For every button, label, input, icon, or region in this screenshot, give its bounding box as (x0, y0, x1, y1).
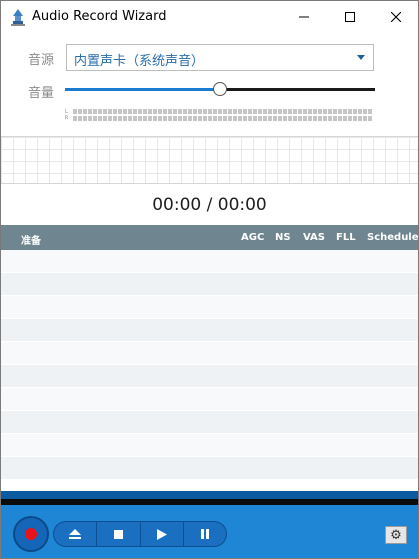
settings-button[interactable]: ⚙ (385, 526, 407, 544)
volume-label: 音量 (28, 86, 55, 101)
eject-button[interactable] (54, 522, 98, 546)
column-status[interactable]: 准备 (21, 232, 41, 247)
meter-left-bar (73, 109, 373, 114)
source-value: 内置声卡（系统声音） (74, 54, 205, 69)
minimize-icon (299, 16, 309, 18)
recordings-list[interactable] (1, 250, 418, 491)
meter-right-bar (73, 116, 373, 121)
recordings-table-header: 准备 AGC NS VAS FLL Schedule (1, 225, 418, 250)
table-row[interactable] (1, 296, 418, 319)
table-row[interactable] (1, 434, 418, 457)
stop-button[interactable] (97, 522, 141, 546)
chevron-down-icon (357, 55, 365, 60)
progress-divider (1, 499, 418, 505)
pause-button[interactable] (184, 522, 226, 546)
source-label: 音源 (28, 53, 55, 68)
control-bar: ⚙ (1, 491, 418, 558)
column-vas[interactable]: VAS (303, 232, 325, 243)
meter-right-label: R (65, 115, 69, 121)
minimize-button[interactable] (281, 1, 327, 33)
table-row[interactable] (1, 457, 418, 480)
volume-slider-track (220, 88, 375, 91)
close-button[interactable] (373, 1, 418, 33)
app-window: Audio Record Wizard 音源 内置声卡（系统声音） 音量 L R (0, 0, 419, 559)
play-icon (156, 528, 167, 540)
time-display: 00:00 / 00:00 (152, 195, 267, 215)
transport-controls (53, 521, 227, 547)
gear-icon: ⚙ (390, 527, 402, 542)
progress-track (1, 491, 418, 499)
table-row[interactable] (1, 319, 418, 342)
table-row[interactable] (1, 388, 418, 411)
app-icon (11, 9, 25, 26)
title-bar: Audio Record Wizard (1, 1, 418, 33)
table-row[interactable] (1, 365, 418, 388)
play-button[interactable] (141, 522, 184, 546)
maximize-icon (345, 12, 355, 22)
table-row[interactable] (1, 250, 418, 273)
column-fll[interactable]: FLL (336, 232, 356, 243)
close-icon (391, 12, 401, 22)
table-row[interactable] (1, 273, 418, 296)
eject-icon (69, 529, 82, 539)
waveform-display (1, 136, 418, 184)
record-button[interactable] (13, 516, 49, 552)
record-icon (25, 528, 37, 540)
level-meter: L R (65, 109, 375, 123)
maximize-button[interactable] (327, 1, 373, 33)
column-agc[interactable]: AGC (241, 232, 264, 243)
source-dropdown[interactable]: 内置声卡（系统声音） (66, 44, 374, 71)
window-title: Audio Record Wizard (32, 9, 167, 24)
volume-slider-thumb[interactable] (213, 82, 227, 96)
table-row[interactable] (1, 411, 418, 434)
column-ns[interactable]: NS (275, 232, 291, 243)
column-schedule[interactable]: Schedule (367, 232, 418, 243)
table-row[interactable] (1, 342, 418, 365)
stop-icon (113, 529, 123, 539)
volume-slider-fill (65, 88, 220, 91)
volume-slider[interactable] (65, 79, 375, 99)
pause-icon (200, 529, 209, 539)
